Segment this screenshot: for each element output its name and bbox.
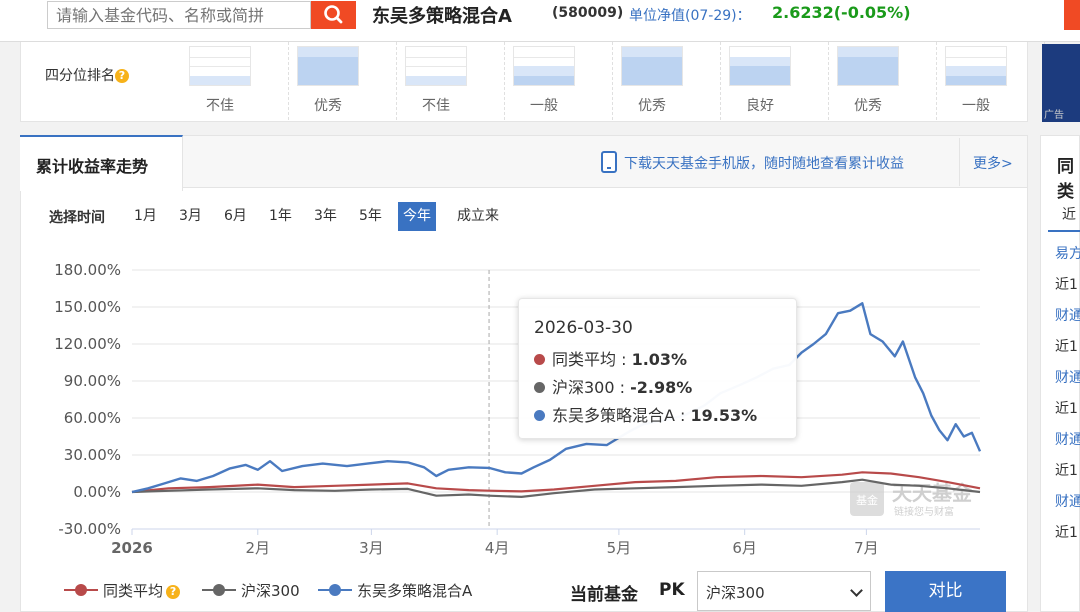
legend-label: 同类平均 — [103, 582, 164, 600]
legend-item[interactable]: 沪深300 — [202, 580, 300, 602]
tooltip-series-name: 沪深300 — [552, 378, 615, 397]
y-tick-label: 90.00% — [64, 372, 121, 390]
chart-tooltip: 2026-03-30 同类平均 : 1.03% 沪深300 : -2.98% 东… — [518, 298, 797, 439]
tooltip-series-name: 东吴多策略混合A — [552, 406, 675, 425]
x-tick-label: 2月 — [246, 539, 271, 557]
legend-item[interactable]: 同类平均? — [64, 580, 181, 602]
tooltip-row: 同类平均 : 1.03% — [534, 346, 687, 370]
series-dot-icon — [534, 354, 545, 365]
x-tick-label: 6月 — [732, 539, 757, 557]
legend-label: 东吴多策略混合A — [357, 582, 473, 600]
legend-marker-icon — [64, 584, 98, 596]
tooltip-row: 东吴多策略混合A : 19.53% — [534, 402, 757, 426]
compare-selected-value: 沪深300 — [706, 584, 765, 602]
legend-item[interactable]: 东吴多策略混合A — [318, 580, 472, 602]
x-tick-label: 2026 — [111, 539, 153, 557]
y-tick-label: 150.00% — [54, 298, 121, 316]
tooltip-series-value: 19.53% — [690, 406, 758, 425]
compare-index-select[interactable]: 沪深300 — [697, 571, 871, 611]
legend-marker-icon — [202, 584, 236, 596]
y-tick-label: -30.00% — [58, 520, 121, 538]
x-tick-label: 5月 — [607, 539, 632, 557]
tooltip-row: 沪深300 : -2.98% — [534, 374, 692, 398]
current-fund-label: 当前基金 — [570, 585, 638, 605]
y-tick-label: 120.00% — [54, 335, 121, 353]
chevron-down-icon — [850, 584, 863, 597]
x-tick-label: 4月 — [485, 539, 510, 557]
pk-label: PK — [659, 580, 685, 600]
compare-button[interactable]: 对比 — [885, 571, 1006, 612]
x-tick-label: 3月 — [359, 539, 384, 557]
y-tick-label: 0.00% — [73, 483, 121, 501]
y-tick-label: 60.00% — [64, 409, 121, 427]
watermark-subtitle: 链接您与财富 — [894, 505, 954, 518]
series-dot-icon — [534, 382, 545, 393]
y-tick-label: 30.00% — [64, 446, 121, 464]
y-tick-label: 180.00% — [54, 261, 121, 279]
help-icon[interactable]: ? — [166, 585, 181, 599]
tooltip-date: 2026-03-30 — [534, 318, 633, 338]
watermark-logo-text: 基金 — [856, 493, 878, 507]
legend-marker-icon — [318, 584, 352, 596]
tooltip-series-value: -2.98% — [630, 378, 693, 397]
tooltip-series-value: 1.03% — [631, 350, 688, 369]
legend-label: 沪深300 — [241, 582, 300, 600]
tooltip-series-name: 同类平均 — [552, 350, 617, 369]
series-dot-icon — [534, 410, 545, 421]
x-tick-label: 7月 — [854, 539, 879, 557]
